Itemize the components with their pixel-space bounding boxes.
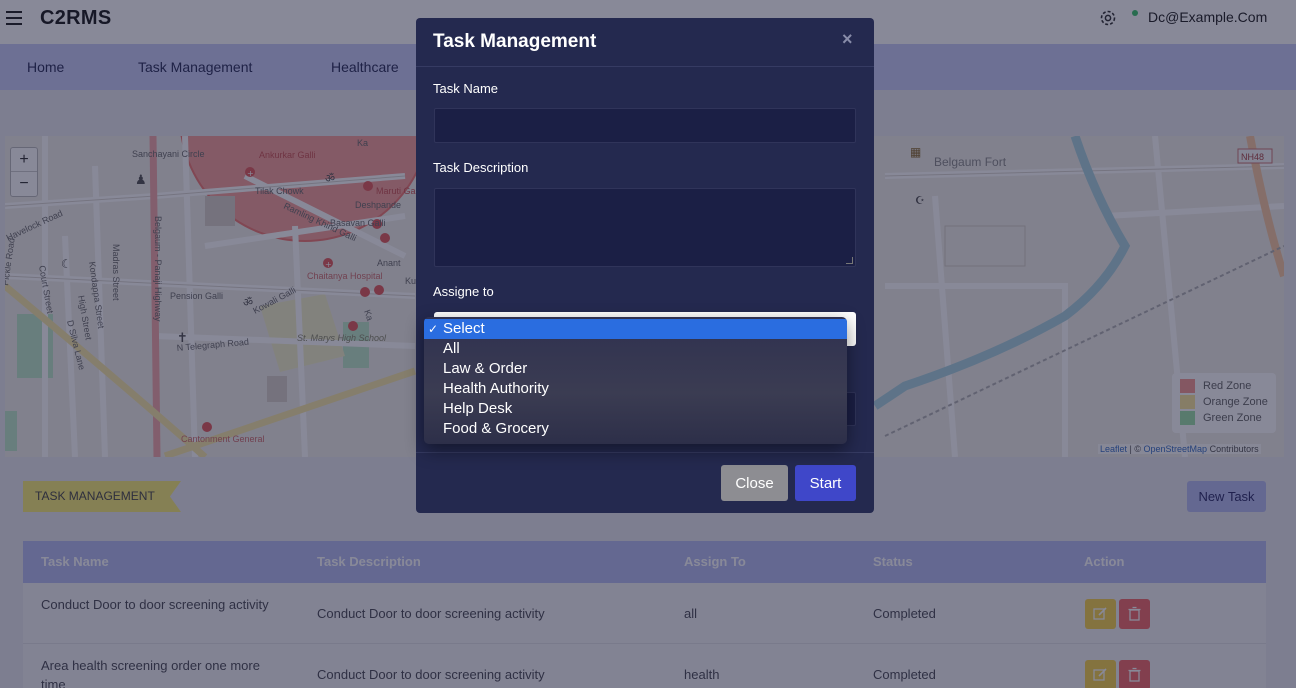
task-description-label: Task Description — [433, 160, 529, 175]
dropdown-option-health-authority[interactable]: Health Authority — [424, 379, 847, 399]
dropdown-option-all[interactable]: All — [424, 339, 847, 359]
close-icon[interactable]: × — [842, 29, 853, 50]
dropdown-option-law-order[interactable]: Law & Order — [424, 359, 847, 379]
assign-to-label: Assigne to — [433, 284, 494, 299]
resize-handle[interactable] — [846, 257, 853, 264]
dropdown-option-select[interactable]: ✓ Select — [424, 319, 847, 339]
modal-footer-divider — [416, 452, 874, 453]
task-name-input[interactable] — [434, 108, 856, 143]
task-description-textarea[interactable] — [434, 188, 856, 267]
modal-title: Task Management — [433, 31, 597, 52]
assign-to-dropdown-list: ✓ Select All Law & Order Health Authorit… — [424, 317, 847, 444]
dropdown-option-help-desk[interactable]: Help Desk — [424, 399, 847, 419]
task-name-label: Task Name — [433, 81, 499, 96]
start-button[interactable]: Start — [795, 465, 856, 501]
dropdown-option-food-grocery[interactable]: Food & Grocery — [424, 419, 847, 439]
checkmark-icon: ✓ — [428, 322, 439, 336]
close-button[interactable]: Close — [721, 465, 788, 501]
modal-divider — [416, 66, 874, 67]
